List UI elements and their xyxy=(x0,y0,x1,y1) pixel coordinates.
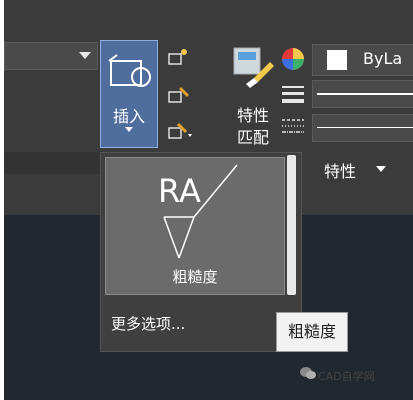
wechat-icon xyxy=(300,367,316,379)
more-options-link[interactable]: 更多选项... xyxy=(111,313,185,334)
edit-block-icon[interactable] xyxy=(166,84,192,106)
insert-button-label: 插入 xyxy=(112,107,145,126)
lineweight-icon[interactable] xyxy=(280,84,306,104)
tooltip: 粗糙度 xyxy=(276,312,348,352)
color-combo-value: ByLa xyxy=(363,49,403,68)
match-properties-icon xyxy=(233,47,274,88)
gallery-item-label: 粗糙度 xyxy=(172,268,218,286)
roughness-symbol-icon xyxy=(163,164,238,259)
properties-panel-title[interactable]: 特性 xyxy=(324,158,356,182)
gallery-scrollbar[interactable] xyxy=(287,155,296,295)
create-block-icon[interactable] xyxy=(166,46,192,68)
watermark-badge: CAD自学网 xyxy=(318,370,375,383)
panel-title-strip xyxy=(4,152,102,174)
block-gallery-dropdown: RA 粗糙度 更多选项... xyxy=(100,152,302,352)
color-combo[interactable]: ByLa xyxy=(312,44,413,76)
linetype-icon[interactable] xyxy=(280,116,306,136)
insert-block-icon xyxy=(108,54,151,87)
gallery-item-roughness[interactable]: RA 粗糙度 xyxy=(105,157,285,295)
match-properties-label-1: 特性 xyxy=(236,106,269,125)
color-swatch xyxy=(327,50,347,70)
layer-combo[interactable] xyxy=(4,42,98,70)
caret-down-icon xyxy=(125,127,133,132)
lineweight-combo[interactable] xyxy=(312,80,413,108)
insert-block-button[interactable]: 插入 xyxy=(100,40,158,148)
lineweight-preview xyxy=(317,93,413,95)
match-properties-button[interactable]: 特性 匹配 xyxy=(226,40,280,148)
chevron-down-icon[interactable] xyxy=(376,166,386,172)
linetype-combo[interactable] xyxy=(312,114,413,142)
chevron-down-icon[interactable] xyxy=(79,52,91,59)
edit-attributes-icon[interactable] xyxy=(166,120,192,142)
color-wheel-icon[interactable] xyxy=(280,46,306,72)
linetype-preview xyxy=(317,127,413,128)
match-properties-label-2: 匹配 xyxy=(236,128,269,147)
